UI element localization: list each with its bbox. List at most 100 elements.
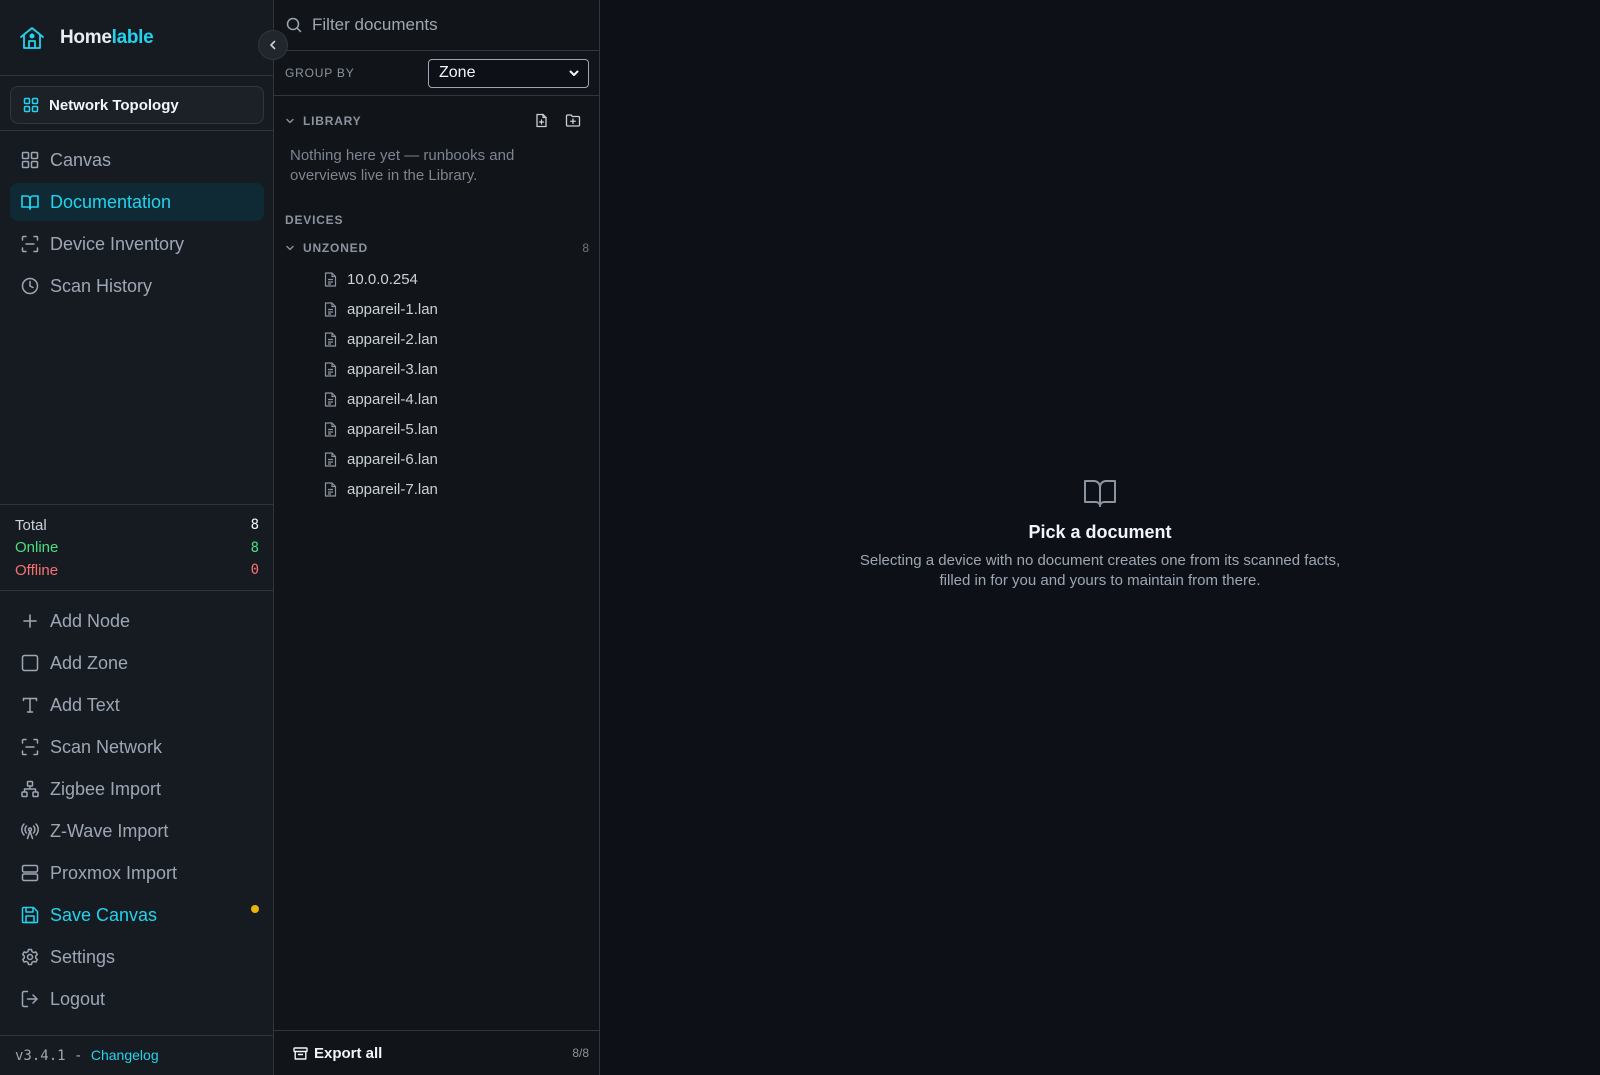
nav-device-inventory[interactable]: Device Inventory [10,225,264,263]
empty-state-title: Pick a document [1028,522,1172,542]
export-bar: Export all 8/8 [274,1030,599,1075]
list-item-label: 10.0.0.254 [347,270,418,288]
clock-icon [20,276,40,296]
device-document-list: 10.0.0.254 appareil-1.lan appareil-2.lan… [322,264,582,504]
collapse-sidebar-button[interactable] [258,30,288,60]
file-icon [322,391,338,407]
nav-scan-history-label: Scan History [50,275,153,296]
chevron-down-icon [568,67,580,79]
proxmox-import-button[interactable]: Proxmox Import [10,854,264,892]
list-item-label: appareil-3.lan [347,360,438,378]
brand-name: Homelable [60,27,154,49]
file-plus-icon [534,113,549,128]
square-icon [20,653,40,673]
group-by-select[interactable]: Zone [428,58,589,88]
list-item-label: appareil-6.lan [347,450,438,468]
zigbee-import-label: Zigbee Import [50,778,162,799]
file-icon [322,301,338,317]
nav-documentation[interactable]: Documentation [10,183,264,221]
list-item[interactable]: appareil-3.lan [322,354,582,384]
nav-scan-history[interactable]: Scan History [10,267,264,305]
changelog-link[interactable]: Changelog [91,1047,159,1063]
zwave-import-button[interactable]: Z-Wave Import [10,812,264,850]
stat-offline-value: 0 [250,562,259,579]
type-icon [20,695,40,715]
proxmox-import-label: Proxmox Import [50,862,178,883]
version-number: v3.4.1 [15,1048,66,1064]
list-item[interactable]: appareil-4.lan [322,384,582,414]
stat-total-value: 8 [250,517,259,534]
canvas-selector[interactable]: Network Topology [10,86,264,124]
library-section-toggle[interactable]: LIBRARY [285,111,362,131]
add-node-button[interactable]: Add Node [10,602,264,640]
file-icon [322,451,338,467]
list-item-label: appareil-1.lan [347,300,438,318]
version-footer: v3.4.1 - Changelog [15,1047,159,1064]
scan-network-label: Scan Network [50,736,163,757]
chevron-down-icon [285,116,299,126]
stat-offline-label: Offline [15,561,59,579]
radio-tower-icon [20,821,40,841]
filter-documents-input[interactable] [312,15,582,35]
save-canvas-button[interactable]: Save Canvas [10,896,264,934]
scan-network-button[interactable]: Scan Network [10,728,264,766]
search-icon [286,17,302,33]
library-empty-message: Nothing here yet — runbooks and overview… [290,147,515,184]
home-logo-icon [18,24,46,52]
logout-button[interactable]: Logout [10,980,264,1018]
stat-offline: Offline 0 [15,559,259,582]
network-icon [20,779,40,799]
library-label: LIBRARY [303,114,362,128]
save-icon [20,905,40,925]
chevron-left-icon [267,39,279,51]
filter-bar [274,0,599,51]
devices-section-label: DEVICES [285,210,343,230]
library-actions [532,111,582,129]
list-item[interactable]: 10.0.0.254 [322,264,582,294]
add-zone-button[interactable]: Add Zone [10,644,264,682]
gear-icon [20,947,40,967]
folder-plus-icon [565,113,581,128]
divider [0,130,274,131]
logout-icon [20,989,40,1009]
devices-label: DEVICES [285,213,344,227]
list-item[interactable]: appareil-2.lan [322,324,582,354]
list-item[interactable]: appareil-1.lan [322,294,582,324]
documents-panel: GROUP BY Zone LIBRARY Nothing here yet —… [274,0,600,1075]
divider [0,504,274,505]
file-icon [322,331,338,347]
sidebar: Homelable Network Topology Canvas Docume… [0,0,274,1075]
list-item[interactable]: appareil-5.lan [322,414,582,444]
export-all-button[interactable]: Export all [293,1045,382,1062]
brand[interactable]: Homelable [0,0,274,76]
stat-total: Total 8 [15,514,259,537]
list-item-label: appareil-4.lan [347,390,438,408]
empty-state-description: Selecting a device with no document crea… [859,552,1341,589]
list-item[interactable]: appareil-6.lan [322,444,582,474]
file-icon [322,271,338,287]
book-open-icon [600,478,1600,508]
stat-online-label: Online [15,539,59,557]
zigbee-import-button[interactable]: Zigbee Import [10,770,264,808]
settings-button[interactable]: Settings [10,938,264,976]
stat-total-label: Total [15,516,47,534]
book-open-icon [20,192,40,212]
group-by-label: GROUP BY [285,66,355,80]
list-item[interactable]: appareil-7.lan [322,474,582,504]
nav-canvas[interactable]: Canvas [10,141,264,179]
plus-icon [20,611,40,631]
scan-icon [20,737,40,757]
zwave-import-label: Z-Wave Import [50,820,169,841]
export-all-label: Export all [314,1044,383,1062]
nav-canvas-label: Canvas [50,149,112,170]
save-canvas-label: Save Canvas [50,904,158,925]
export-ratio: 8/8 [572,1046,589,1060]
file-icon [322,421,338,437]
file-icon [322,481,338,497]
add-text-button[interactable]: Add Text [10,686,264,724]
unzoned-count: 8 [582,241,589,255]
unzoned-group-toggle[interactable]: UNZONED [285,238,368,258]
new-folder-button[interactable] [564,111,582,129]
new-document-button[interactable] [532,111,550,129]
server-icon [20,863,40,883]
